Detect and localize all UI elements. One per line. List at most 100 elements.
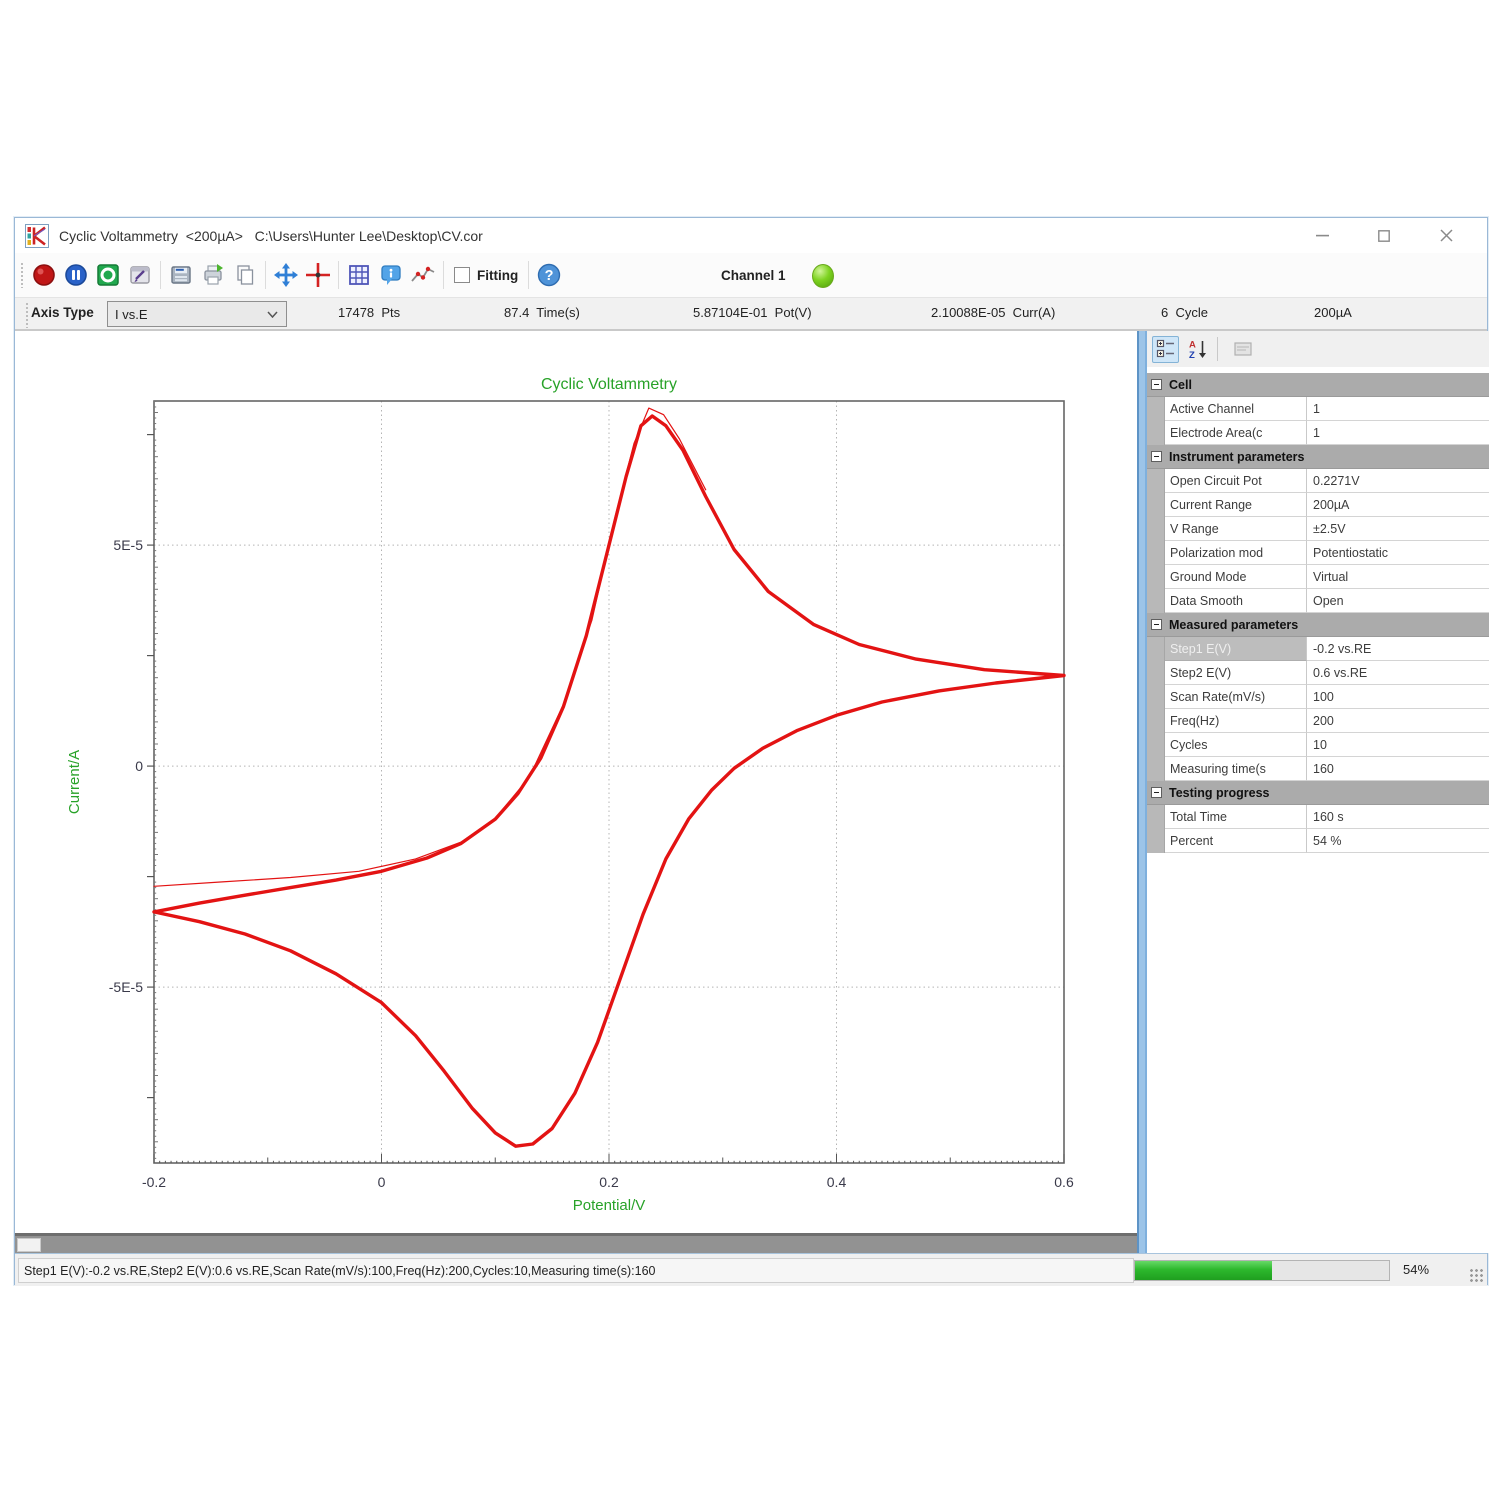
property-label[interactable]: Open Circuit Pot: [1165, 469, 1307, 493]
property-value[interactable]: 1: [1307, 397, 1489, 421]
property-value[interactable]: 0.6 vs.RE: [1307, 661, 1489, 685]
property-row[interactable]: Freq(Hz)200: [1147, 709, 1489, 733]
horizontal-scrollbar-thumb[interactable]: [17, 1238, 41, 1252]
property-label[interactable]: Step1 E(V): [1165, 637, 1307, 661]
property-label[interactable]: Active Channel: [1165, 397, 1307, 421]
property-label[interactable]: Freq(Hz): [1165, 709, 1307, 733]
resize-grip-icon[interactable]: [1470, 1269, 1484, 1283]
property-value[interactable]: Open: [1307, 589, 1489, 613]
collapse-icon[interactable]: [1151, 451, 1162, 462]
property-label[interactable]: Scan Rate(mV/s): [1165, 685, 1307, 709]
property-label[interactable]: Step2 E(V): [1165, 661, 1307, 685]
property-value[interactable]: 200: [1307, 709, 1489, 733]
cv-chart[interactable]: -0.200.20.40.65E-50-5E-5Cyclic Voltammet…: [15, 331, 1137, 1233]
property-row[interactable]: Electrode Area(c1: [1147, 421, 1489, 445]
property-row[interactable]: Current Range200µA: [1147, 493, 1489, 517]
property-row[interactable]: Active Channel1: [1147, 397, 1489, 421]
property-group-header[interactable]: Testing progress: [1147, 781, 1489, 805]
edit-settings-button[interactable]: [124, 259, 156, 291]
maximize-button[interactable]: [1353, 218, 1415, 253]
property-value[interactable]: Potentiostatic: [1307, 541, 1489, 565]
x-tick-label: 0.6: [1054, 1174, 1074, 1190]
property-row[interactable]: V Range±2.5V: [1147, 517, 1489, 541]
property-value[interactable]: 54 %: [1307, 829, 1489, 853]
cell-save-icon: [168, 262, 194, 288]
horizontal-scrollbar[interactable]: [15, 1233, 1137, 1253]
property-value[interactable]: 160 s: [1307, 805, 1489, 829]
x-tick-label: 0.4: [827, 1174, 847, 1190]
property-label[interactable]: Current Range: [1165, 493, 1307, 517]
copy-icon: [232, 262, 258, 288]
axisrow-grip[interactable]: [25, 302, 30, 328]
property-row[interactable]: Measuring time(s160: [1147, 757, 1489, 781]
property-group-header[interactable]: Cell: [1147, 373, 1489, 397]
status-field: 17478 Pts: [338, 305, 400, 320]
info-comment-button[interactable]: [375, 259, 407, 291]
property-label[interactable]: Data Smooth: [1165, 589, 1307, 613]
toolbar-separator: [265, 261, 266, 289]
property-pages-button[interactable]: [1229, 336, 1256, 363]
property-value[interactable]: -0.2 vs.RE: [1307, 637, 1489, 661]
run-button[interactable]: [92, 259, 124, 291]
categorized-view-button[interactable]: [1152, 336, 1179, 363]
property-group-header[interactable]: Measured parameters: [1147, 613, 1489, 637]
pan-move-button[interactable]: [270, 259, 302, 291]
help-button[interactable]: ?: [533, 259, 565, 291]
collapse-icon[interactable]: [1151, 379, 1162, 390]
property-row-margin: [1147, 517, 1165, 541]
copy-button[interactable]: [229, 259, 261, 291]
property-label[interactable]: Polarization mod: [1165, 541, 1307, 565]
property-toolbar-separator: [1217, 337, 1218, 361]
crosshair-icon: [305, 262, 331, 288]
property-value[interactable]: 1: [1307, 421, 1489, 445]
property-row[interactable]: Cycles10: [1147, 733, 1489, 757]
print-button[interactable]: [197, 259, 229, 291]
property-value[interactable]: 0.2271V: [1307, 469, 1489, 493]
toolbar-separator: [443, 261, 444, 289]
property-row[interactable]: Polarization modPotentiostatic: [1147, 541, 1489, 565]
property-group-header[interactable]: Instrument parameters: [1147, 445, 1489, 469]
property-value[interactable]: 200µA: [1307, 493, 1489, 517]
minimize-button[interactable]: [1291, 218, 1353, 253]
property-value[interactable]: Virtual: [1307, 565, 1489, 589]
move-arrows-icon: [273, 262, 299, 288]
stop-button[interactable]: [28, 259, 60, 291]
crosshair-button[interactable]: [302, 259, 334, 291]
property-label[interactable]: Total Time: [1165, 805, 1307, 829]
minimize-icon: [1316, 234, 1329, 237]
property-label[interactable]: Cycles: [1165, 733, 1307, 757]
property-value[interactable]: 100: [1307, 685, 1489, 709]
property-value[interactable]: 10: [1307, 733, 1489, 757]
grid-toggle-button[interactable]: [343, 259, 375, 291]
property-row[interactable]: Percent54 %: [1147, 829, 1489, 853]
property-row-margin: [1147, 589, 1165, 613]
curve-points-button[interactable]: [407, 259, 439, 291]
cell-save-button[interactable]: [165, 259, 197, 291]
property-row[interactable]: Open Circuit Pot0.2271V: [1147, 469, 1489, 493]
fitting-checkbox[interactable]: [454, 267, 470, 283]
property-label[interactable]: Electrode Area(c: [1165, 421, 1307, 445]
close-button[interactable]: [1415, 218, 1477, 253]
property-value[interactable]: 160: [1307, 757, 1489, 781]
toolbar-separator: [528, 261, 529, 289]
property-row[interactable]: Scan Rate(mV/s)100: [1147, 685, 1489, 709]
fitting-option: Fitting: [454, 267, 518, 283]
chevron-down-icon: [267, 311, 278, 318]
toolbar-grip[interactable]: [20, 262, 25, 288]
alphabetical-sort-button[interactable]: A Z: [1184, 336, 1211, 363]
panel-splitter[interactable]: [1137, 331, 1147, 1253]
property-row[interactable]: Data SmoothOpen: [1147, 589, 1489, 613]
axis-type-select[interactable]: I vs.E: [107, 301, 287, 327]
property-row[interactable]: Ground ModeVirtual: [1147, 565, 1489, 589]
collapse-icon[interactable]: [1151, 787, 1162, 798]
property-row[interactable]: Total Time160 s: [1147, 805, 1489, 829]
property-label[interactable]: V Range: [1165, 517, 1307, 541]
collapse-icon[interactable]: [1151, 619, 1162, 630]
property-label[interactable]: Ground Mode: [1165, 565, 1307, 589]
pause-button[interactable]: [60, 259, 92, 291]
property-value[interactable]: ±2.5V: [1307, 517, 1489, 541]
property-row[interactable]: Step2 E(V)0.6 vs.RE: [1147, 661, 1489, 685]
property-row[interactable]: Step1 E(V)-0.2 vs.RE: [1147, 637, 1489, 661]
property-label[interactable]: Measuring time(s: [1165, 757, 1307, 781]
property-label[interactable]: Percent: [1165, 829, 1307, 853]
